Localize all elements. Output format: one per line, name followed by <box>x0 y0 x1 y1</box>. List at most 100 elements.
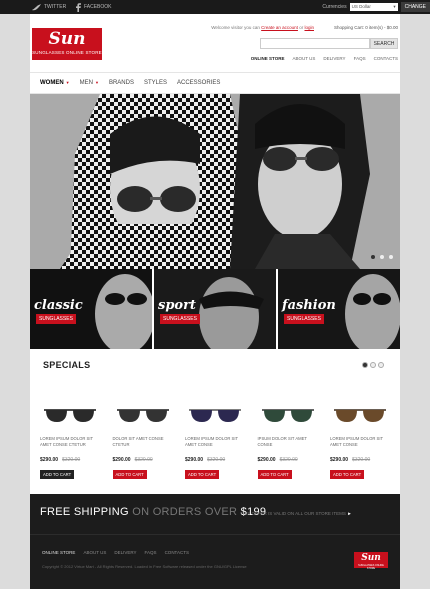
product-prices: $290.00 $320.00 <box>258 457 298 463</box>
banner-subtitle: SUNGLASSES <box>284 314 324 324</box>
product-image[interactable] <box>113 392 173 436</box>
logo-tagline: SUNGLASSES ONLINE STORE <box>32 50 102 55</box>
change-currency-button[interactable]: CHANGE <box>400 2 430 12</box>
search-input[interactable] <box>260 38 370 49</box>
product-image[interactable] <box>258 392 318 436</box>
search-button[interactable]: SEARCH <box>370 38 398 49</box>
ship-note-text: THIS OFFER IS VALID ON ALL OUR STORE ITE… <box>240 511 346 516</box>
product-lens-left <box>263 410 285 422</box>
currency-select[interactable]: US Dollar ▾ <box>349 3 398 11</box>
add-to-cart-button[interactable]: ADD TO CART <box>112 470 147 479</box>
banner-subtitle: SUNGLASSES <box>36 314 76 324</box>
product-prices: $290.00 $320.00 <box>330 457 370 463</box>
nav-item-label: Men <box>79 80 93 86</box>
footer: FREE SHIPPING ON ORDERS OVER $199 THIS O… <box>30 494 400 589</box>
hero-pager <box>370 254 394 260</box>
hero-dot-2[interactable] <box>379 254 385 260</box>
twitter-icon <box>32 3 41 10</box>
footer-link-about-us[interactable]: ABOUT US <box>83 550 106 555</box>
product-card: DOLOR SIT AMET CONSE CTETUR $290.00 $320.… <box>112 392 173 482</box>
header-link-contacts[interactable]: CONTACTS <box>374 56 398 61</box>
header-link-faqs[interactable]: FAQS <box>354 56 366 61</box>
footer-link-delivery[interactable]: DELIVERY <box>114 550 136 555</box>
currency-selector: Currencies US Dollar ▾ CHANGE <box>322 0 430 14</box>
twitter-label: TWITTER <box>44 4 67 10</box>
product-lens-left <box>118 410 140 422</box>
arrow-right-icon: ► <box>347 511 352 516</box>
product-image[interactable] <box>40 392 100 436</box>
nav-item-styles[interactable]: Styles <box>144 80 167 86</box>
footer-links: ONLINE STORE ABOUT US DELIVERY FAQS CONT… <box>42 550 189 555</box>
product-name[interactable]: LOREM IPSUM DOLOR SIT AMET CONSE <box>185 436 249 447</box>
shopping-cart-link[interactable]: Shopping Cart: 0 item(s) - $0.00 <box>334 25 398 30</box>
product-name[interactable]: LOREM IPSUM DOLOR SIT AMET CONSE <box>330 436 394 447</box>
ship-note[interactable]: THIS OFFER IS VALID ON ALL OUR STORE ITE… <box>240 511 352 516</box>
nav-item-brands[interactable]: Brands <box>109 80 134 86</box>
product-old-price: $320.00 <box>134 457 153 463</box>
facebook-icon <box>76 2 81 12</box>
footer-link-faqs[interactable]: FAQS <box>145 550 157 555</box>
specials-dot-3[interactable] <box>378 362 384 368</box>
facebook-link[interactable]: FACEBOOK <box>76 0 112 14</box>
product-old-price: $320.00 <box>352 457 371 463</box>
create-account-link[interactable]: Create an account <box>261 25 298 30</box>
footer-logo-tagline: SUNGLASSES ONLINE STORE <box>358 564 384 570</box>
header-link-online-store[interactable]: ONLINE STORE <box>251 56 285 61</box>
product-prices: $290.00 $320.00 <box>40 457 80 463</box>
login-link[interactable]: login <box>304 25 314 30</box>
header-link-about-us[interactable]: ABOUT US <box>292 56 315 61</box>
product-price: $290.00 <box>330 457 349 463</box>
hero-slider[interactable] <box>30 94 400 269</box>
product-name[interactable]: IPSUM DOLOR SIT AMET CONSE <box>258 436 322 447</box>
product-name[interactable]: LOREM IPSUM DOLOR SIT AMET CONSE CTETUR <box>40 436 104 447</box>
copyright-text: Copyright © 2012 Virtue Mart - All Right… <box>42 564 247 569</box>
hero-dot-1[interactable] <box>370 254 376 260</box>
banner-title: sport <box>158 298 196 313</box>
banner-fashion[interactable]: fashion SUNGLASSES <box>278 269 400 349</box>
footer-logo-name: Sun <box>361 553 381 563</box>
footer-logo[interactable]: Sun SUNGLASSES ONLINE STORE <box>354 552 388 570</box>
add-to-cart-button[interactable]: ADD TO CART <box>330 470 365 479</box>
chevron-down-icon: ▾ <box>393 4 396 9</box>
specials-list: LOREM IPSUM DOLOR SIT AMET CONSE CTETUR … <box>40 392 390 482</box>
product-lens-right <box>363 410 384 422</box>
specials-heading: SPECIALS <box>43 360 91 370</box>
nav-item-men[interactable]: Men ▼ <box>80 80 99 86</box>
product-old-price: $320.00 <box>62 457 81 463</box>
footer-link-online-store[interactable]: ONLINE STORE <box>42 550 75 555</box>
product-old-price: $320.00 <box>279 457 298 463</box>
product-lens-left <box>336 410 357 422</box>
hero-dot-3[interactable] <box>388 254 394 260</box>
footer-divider <box>30 534 400 535</box>
specials-dot-2[interactable] <box>370 362 376 368</box>
header-link-delivery[interactable]: DELIVERY <box>323 56 345 61</box>
nav-item-accessories[interactable]: Accessories <box>177 80 220 86</box>
header-links: ONLINE STORE ABOUT US DELIVERY FAQS CONT… <box>251 56 398 61</box>
twitter-link[interactable]: TWITTER <box>32 0 66 14</box>
banner-title: fashion <box>282 298 336 313</box>
product-card: LOREM IPSUM DOLOR SIT AMET CONSE CTETUR … <box>40 392 100 482</box>
product-card: IPSUM DOLOR SIT AMET CONSE $290.00 $320.0… <box>257 392 318 482</box>
banner-subtitle: SUNGLASSES <box>160 314 200 324</box>
store-logo[interactable]: Sun SUNGLASSES ONLINE STORE <box>32 28 102 60</box>
product-image[interactable] <box>185 392 245 436</box>
product-price: $290.00 <box>112 457 131 463</box>
footer-link-contacts[interactable]: CONTACTS <box>165 550 189 555</box>
banner-sport[interactable]: sport SUNGLASSES <box>154 269 276 349</box>
banner-classic[interactable]: classic SUNGLASSES <box>30 269 152 349</box>
specials-pager <box>362 362 384 368</box>
ship-text-a: FREE SHIPPING <box>40 506 129 518</box>
ship-text-b: ON ORDERS OVER <box>132 506 238 518</box>
add-to-cart-button[interactable]: ADD TO CART <box>257 470 292 479</box>
product-lens-left <box>191 410 212 422</box>
product-lens-right <box>218 410 239 422</box>
currencies-label: Currencies <box>322 4 347 10</box>
add-to-cart-button[interactable]: ADD TO CART <box>40 470 75 479</box>
specials-dot-1[interactable] <box>362 362 368 368</box>
add-to-cart-button[interactable]: ADD TO CART <box>185 470 220 479</box>
product-image[interactable] <box>330 392 390 436</box>
welcome-text: Welcome visitor you can Create an accoun… <box>211 25 314 30</box>
nav-item-women[interactable]: Women ▼ <box>40 80 70 86</box>
product-name[interactable]: DOLOR SIT AMET CONSE CTETUR <box>113 436 177 447</box>
product-lens-left <box>46 410 67 422</box>
